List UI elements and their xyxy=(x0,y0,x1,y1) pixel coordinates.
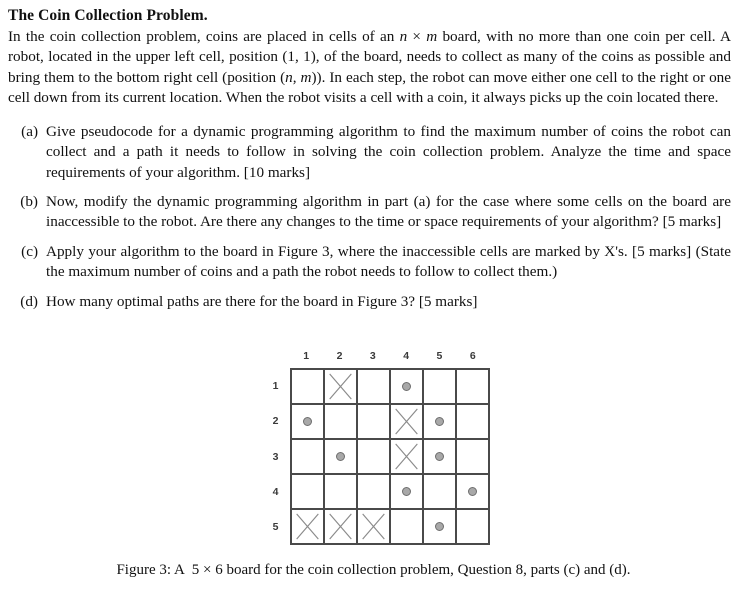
coin-icon xyxy=(467,487,477,496)
board-cell-r3c5[interactable] xyxy=(423,440,457,475)
column-header-6: 6 xyxy=(469,350,476,362)
board-cell-r4c5[interactable] xyxy=(423,475,457,510)
board-cell-r1c6[interactable] xyxy=(456,370,490,405)
x-mark-icon xyxy=(361,512,386,541)
board-cell-r2c6[interactable] xyxy=(456,405,490,440)
x-mark-icon xyxy=(295,512,320,541)
question-text-d: How many optimal paths are there for the… xyxy=(46,292,478,310)
intro-paragraph: In the coin collection problem, coins ar… xyxy=(8,27,735,109)
caption-dimensions: 5 × 6 xyxy=(191,562,223,578)
coin-icon xyxy=(335,452,345,461)
board-cell-r5c1[interactable] xyxy=(291,510,325,545)
figure-3: 1 2 3 4 5 6 1 2 3 4 5 xyxy=(0,348,747,548)
row-header-5: 5 xyxy=(272,521,279,534)
comma-separator: , xyxy=(292,68,301,86)
question-marker-a: (a) xyxy=(21,122,38,140)
page-title: The Coin Collection Problem. xyxy=(8,7,208,24)
question-list: (a) Give pseudocode for a dynamic progra… xyxy=(8,122,735,313)
board-cell-r1c5[interactable] xyxy=(423,370,457,405)
x-mark-icon xyxy=(394,407,419,436)
intro-text-part1: In the coin collection problem, coins ar… xyxy=(8,27,400,45)
question-text-c: Apply your algorithm to the board in Fig… xyxy=(46,242,731,281)
board-cell-r4c2[interactable] xyxy=(324,475,358,510)
row-header-3: 3 xyxy=(272,450,279,463)
board-cell-r3c2[interactable] xyxy=(324,440,358,475)
question-marker-c: (c) xyxy=(21,242,38,260)
x-mark-icon xyxy=(328,372,353,401)
x-mark-icon xyxy=(394,442,419,471)
question-item-b: (b) Now, modify the dynamic programming … xyxy=(8,192,735,233)
board-cell-r4c1[interactable] xyxy=(291,475,325,510)
board-cell-r2c1[interactable] xyxy=(291,405,325,440)
question-marker-d: (d) xyxy=(20,292,38,310)
board-cell-r4c4[interactable] xyxy=(390,475,424,510)
coin-icon xyxy=(401,382,411,391)
board-cell-r5c2[interactable] xyxy=(324,510,358,545)
caption-rest: board for the coin collection problem, Q… xyxy=(226,562,631,578)
board-cell-r1c3[interactable] xyxy=(357,370,391,405)
column-header-2: 2 xyxy=(336,350,343,362)
document-page: The Coin Collection Problem. In the coin… xyxy=(0,0,747,597)
variable-n-2: n xyxy=(285,68,293,86)
board-cell-r3c6[interactable] xyxy=(456,440,490,475)
coin-icon xyxy=(434,417,444,426)
variable-m: m xyxy=(426,27,438,45)
board-cell-r2c5[interactable] xyxy=(423,405,457,440)
figure-caption: Figure 3: A 5 × 6 board for the coin coll… xyxy=(0,562,747,579)
board-cell-r1c2[interactable] xyxy=(324,370,358,405)
board-grid xyxy=(289,368,490,545)
row-header-2: 2 xyxy=(272,415,279,428)
board-cell-r4c6[interactable] xyxy=(456,475,490,510)
board-cell-r5c3[interactable] xyxy=(357,510,391,545)
coin-icon xyxy=(401,487,411,496)
board-cell-r2c4[interactable] xyxy=(390,405,424,440)
column-header-3: 3 xyxy=(369,350,376,362)
question-text-a: Give pseudocode for a dynamic programmin… xyxy=(46,122,731,181)
board-column-headers: 1 2 3 4 5 6 xyxy=(290,348,490,364)
board-cell-r1c1[interactable] xyxy=(291,370,325,405)
question-marker-b: (b) xyxy=(20,192,38,210)
question-item-c: (c) Apply your algorithm to the board in… xyxy=(8,242,735,283)
column-header-5: 5 xyxy=(436,350,443,362)
column-header-1: 1 xyxy=(303,350,310,362)
board-cell-r5c6[interactable] xyxy=(456,510,490,545)
board-cell-r1c4[interactable] xyxy=(390,370,424,405)
board-cell-r2c3[interactable] xyxy=(357,405,391,440)
coin-icon xyxy=(434,452,444,461)
board-row-headers: 1 2 3 4 5 xyxy=(258,368,284,545)
variable-m-2: m xyxy=(300,68,312,86)
row-header-4: 4 xyxy=(272,485,279,498)
board-cell-r4c3[interactable] xyxy=(357,475,391,510)
question-item-a: (a) Give pseudocode for a dynamic progra… xyxy=(8,122,735,183)
coin-icon xyxy=(302,417,312,426)
x-mark-icon xyxy=(328,512,353,541)
question-text-b: Now, modify the dynamic programming algo… xyxy=(46,192,731,231)
board-cell-r5c5[interactable] xyxy=(423,510,457,545)
board-cell-r3c4[interactable] xyxy=(390,440,424,475)
coin-board: 1 2 3 4 5 6 1 2 3 4 5 xyxy=(258,348,490,548)
times-symbol: × xyxy=(407,27,427,45)
caption-prefix: Figure 3: A xyxy=(116,562,185,578)
board-cell-r5c4[interactable] xyxy=(390,510,424,545)
board-cell-r2c2[interactable] xyxy=(324,405,358,440)
board-cell-r3c3[interactable] xyxy=(357,440,391,475)
board-cell-r3c1[interactable] xyxy=(291,440,325,475)
question-item-d: (d) How many optimal paths are there for… xyxy=(8,292,735,312)
row-header-1: 1 xyxy=(272,379,279,392)
column-header-4: 4 xyxy=(403,350,410,362)
coin-icon xyxy=(434,522,444,531)
